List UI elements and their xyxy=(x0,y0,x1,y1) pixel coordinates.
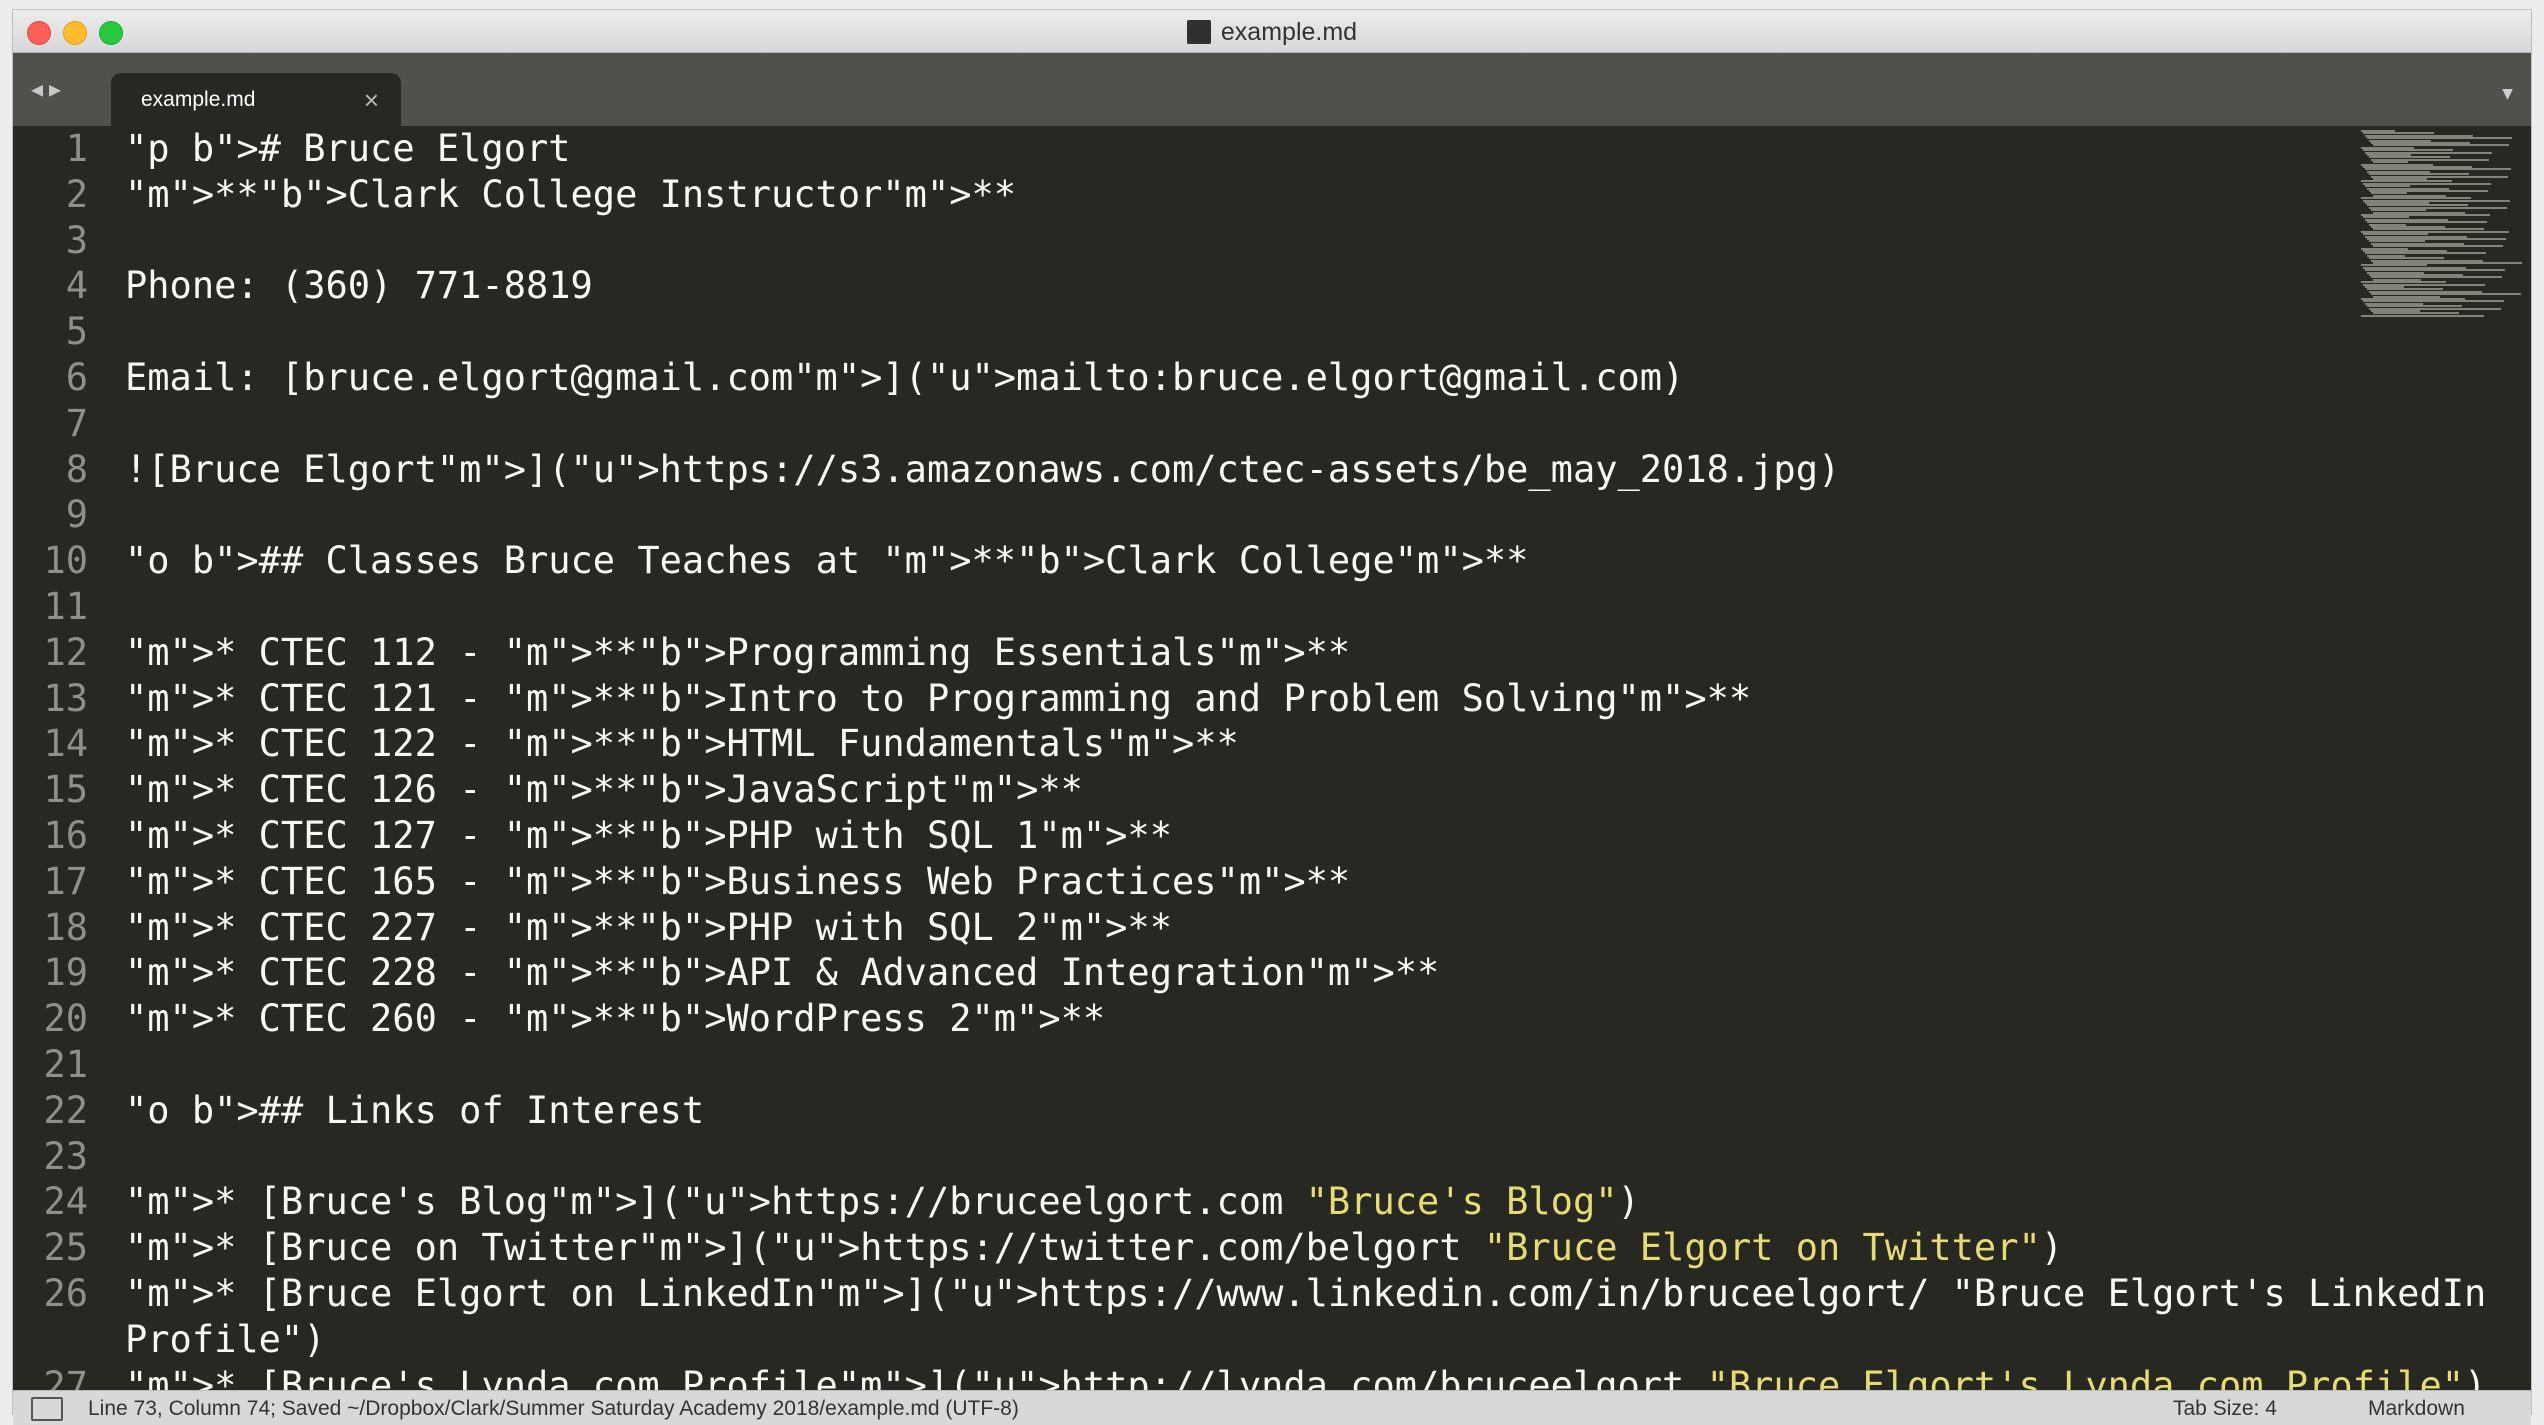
line-number: 3 xyxy=(65,218,88,262)
line-number: 18 xyxy=(43,905,88,949)
line-number: 17 xyxy=(43,859,88,903)
tab-close-icon[interactable]: × xyxy=(364,85,379,116)
code-line[interactable]: "m">* CTEC 122 - "m">**"b">HTML Fundamen… xyxy=(125,721,2305,767)
code-line[interactable] xyxy=(125,401,2305,447)
tab-bar: ◀▶ example.md × ▼ xyxy=(13,53,2531,126)
code-line[interactable]: "o b">## Classes Bruce Teaches at "m">**… xyxy=(125,538,2305,584)
code-line[interactable]: "m">* CTEC 112 - "m">**"b">Programming E… xyxy=(125,630,2305,676)
line-number: 16 xyxy=(43,813,88,857)
code-line[interactable] xyxy=(125,492,2305,538)
line-number: 1 xyxy=(65,127,88,170)
editor-window: example.md ◀▶ example.md × ▼ 1 2 3 4 5 6… xyxy=(13,10,2531,1425)
tab-size[interactable]: Tab Size: 4 xyxy=(2173,1397,2277,1421)
line-number: 21 xyxy=(43,1042,88,1086)
code-line[interactable]: "p b"># Bruce Elgort xyxy=(125,126,2305,172)
code-line[interactable]: ![Bruce Elgort"m">]("u">https://s3.amazo… xyxy=(125,447,2305,493)
code-line[interactable]: Phone: (360) 771-8819 xyxy=(125,263,2305,309)
line-number: 7 xyxy=(65,401,88,445)
tab-label: example.md xyxy=(141,88,256,111)
tab-navigation[interactable]: ◀▶ xyxy=(31,77,67,101)
code-line[interactable] xyxy=(125,218,2305,264)
syntax-mode[interactable]: Markdown xyxy=(2368,1397,2465,1421)
code-line[interactable]: "o b">## Links of Interest xyxy=(125,1088,2305,1134)
line-number: 4 xyxy=(65,264,88,308)
status-position: Line 73, Column 74; Saved ~/Dropbox/Clar… xyxy=(88,1397,1019,1420)
panel-icon[interactable] xyxy=(31,1397,63,1421)
code-line[interactable]: "m">* [Bruce's Lynda.com Profile"m">]("u… xyxy=(125,1363,2486,1390)
code-editor[interactable]: 1 2 3 4 5 6 7 8 9 10 11 12 13 14 15 16 1… xyxy=(13,126,2531,1390)
code-line[interactable]: "m">**"b">Clark College Instructor"m">** xyxy=(125,172,2305,218)
line-number-gutter: 1 2 3 4 5 6 7 8 9 10 11 12 13 14 15 16 1… xyxy=(13,126,88,1390)
forward-arrow-icon[interactable]: ▶ xyxy=(49,77,67,101)
code-line[interactable] xyxy=(125,584,2305,630)
code-line[interactable]: "m">* CTEC 126 - "m">**"b">JavaScript"m"… xyxy=(125,767,2305,813)
code-line[interactable] xyxy=(125,309,2305,355)
line-number: 10 xyxy=(43,539,88,583)
code-line[interactable]: "m">* CTEC 121 - "m">**"b">Intro to Prog… xyxy=(125,676,2305,722)
code-lines[interactable]: "p b"># Bruce Elgort "m">**"b">Clark Col… xyxy=(125,126,2486,1390)
line-number: 20 xyxy=(43,997,88,1041)
line-number xyxy=(13,1317,88,1363)
code-line[interactable]: "m">* [Bruce Elgort on LinkedIn"m">]("u"… xyxy=(125,1271,2486,1317)
line-number: 15 xyxy=(43,768,88,812)
line-number: 27 xyxy=(43,1363,88,1390)
line-number: 11 xyxy=(43,584,88,628)
tab-example-md[interactable]: example.md × xyxy=(111,73,401,126)
line-number: 26 xyxy=(43,1271,88,1315)
code-line[interactable]: "m">* [Bruce on Twitter"m">]("u">https:/… xyxy=(125,1225,2305,1271)
code-line[interactable]: "m">* [Bruce's Blog"m">]("u">https://bru… xyxy=(125,1179,2305,1225)
code-line[interactable]: "m">* CTEC 127 - "m">**"b">PHP with SQL … xyxy=(125,813,2305,859)
code-line-wrap[interactable]: Profile") xyxy=(125,1317,2305,1363)
line-number: 14 xyxy=(43,722,88,766)
line-number: 5 xyxy=(65,310,88,354)
document-icon xyxy=(1186,20,1211,44)
line-number: 13 xyxy=(43,676,88,720)
line-number: 8 xyxy=(65,447,88,491)
line-number: 22 xyxy=(43,1088,88,1132)
code-line[interactable]: Email: [bruce.elgort@gmail.com"m">]("u">… xyxy=(125,355,2305,401)
line-number: 25 xyxy=(43,1226,88,1270)
code-line[interactable]: "m">* CTEC 227 - "m">**"b">PHP with SQL … xyxy=(125,905,2305,951)
code-line[interactable]: "m">* CTEC 228 - "m">**"b">API & Advance… xyxy=(125,950,2305,996)
back-arrow-icon[interactable]: ◀ xyxy=(31,77,49,101)
tab-menu-icon[interactable]: ▼ xyxy=(2502,83,2513,104)
line-number: 9 xyxy=(65,493,88,537)
code-line[interactable] xyxy=(125,1042,2305,1088)
window-title: example.md xyxy=(13,18,2531,47)
minimap-line xyxy=(2361,314,2484,317)
code-line[interactable]: "m">* CTEC 260 - "m">**"b">WordPress 2"m… xyxy=(125,996,2305,1042)
line-number: 23 xyxy=(43,1134,88,1178)
code-line[interactable]: "m">* CTEC 165 - "m">**"b">Business Web … xyxy=(125,859,2305,905)
line-number: 2 xyxy=(65,172,88,216)
code-line[interactable] xyxy=(125,1134,2305,1180)
minimap[interactable] xyxy=(2351,126,2531,326)
line-number: 6 xyxy=(65,355,88,399)
line-number: 12 xyxy=(43,630,88,674)
status-bar: Line 73, Column 74; Saved ~/Dropbox/Clar… xyxy=(13,1390,2531,1425)
line-number: 19 xyxy=(43,951,88,995)
titlebar: example.md xyxy=(13,10,2531,53)
line-number: 24 xyxy=(43,1180,88,1224)
